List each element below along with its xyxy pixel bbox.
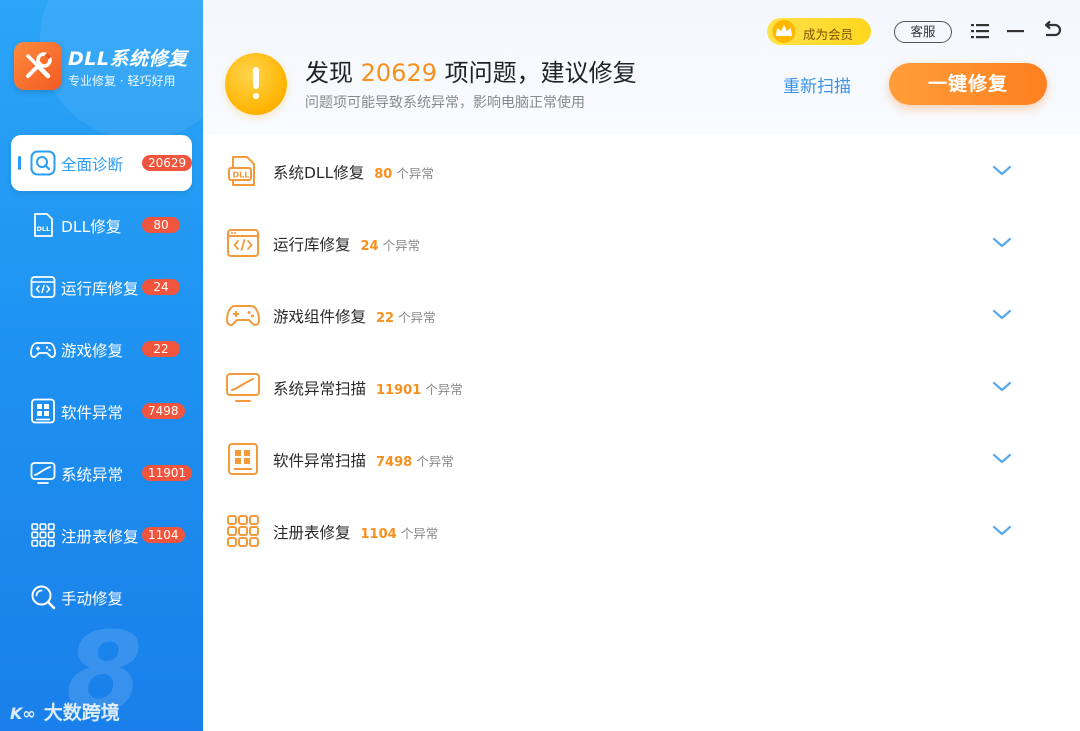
category-row-game[interactable]: 游戏组件修复 22 个异常	[203, 279, 1080, 351]
chevron-down-icon[interactable]	[991, 307, 1013, 323]
category-name: 游戏组件修复	[273, 308, 367, 326]
sidebar-item-label: 注册表修复	[61, 528, 139, 546]
category-count: 1104	[360, 527, 397, 542]
category-unit: 个异常	[400, 526, 439, 541]
chevron-down-icon[interactable]	[991, 451, 1013, 467]
category-name: 注册表修复	[273, 524, 351, 542]
category-name: 系统异常扫描	[273, 380, 367, 398]
gamepad-icon	[30, 342, 56, 358]
registry-grid-icon	[227, 515, 259, 547]
category-name: 软件异常扫描	[273, 452, 367, 470]
sidebar-item-label: 手动修复	[61, 590, 124, 608]
brand-mark-icon: K∞	[10, 704, 36, 723]
crown-icon	[772, 20, 796, 43]
app-logo: DLL系统修复 专业修复 · 轻巧好用	[14, 42, 194, 92]
app-grid-icon	[228, 443, 258, 475]
app-grid-icon	[31, 398, 55, 424]
one-click-fix-button[interactable]: 一键修复	[889, 63, 1047, 105]
chevron-down-icon[interactable]	[991, 523, 1013, 539]
category-row-software[interactable]: 软件异常扫描 7498 个异常	[203, 423, 1080, 495]
sidebar-item-dll[interactable]: DLL DLL修复 80	[11, 197, 192, 253]
issue-count: 20629	[360, 59, 437, 87]
svg-text:DLL: DLL	[233, 171, 250, 180]
category-count: 80	[374, 167, 393, 182]
sidebar-item-label: 软件异常	[61, 404, 124, 422]
category-row-dll[interactable]: DLL 系统DLL修复 80 个异常	[203, 135, 1080, 207]
sidebar-item-game[interactable]: 游戏修复 22	[11, 321, 192, 377]
category-row-registry[interactable]: 注册表修复 1104 个异常	[203, 495, 1080, 567]
wrench-screwdriver-icon	[14, 42, 62, 90]
category-label-line: 系统异常扫描 11901 个异常	[273, 377, 463, 399]
scan-result-title: 发现 20629 项问题，建议修复	[305, 53, 637, 88]
rescan-link[interactable]: 重新扫描	[783, 72, 851, 97]
sidebar-item-runtime[interactable]: 运行库修复 24	[11, 259, 192, 315]
gamepad-icon	[225, 305, 261, 326]
svg-text:DLL: DLL	[37, 225, 51, 233]
vip-label: 成为会员	[803, 27, 854, 42]
sidebar: DLL系统修复 专业修复 · 轻巧好用 全面诊断 20629 DLL DLL修复…	[0, 0, 203, 731]
category-row-runtime[interactable]: 运行库修复 24 个异常	[203, 207, 1080, 279]
minimize-icon[interactable]	[1005, 20, 1027, 42]
category-count: 22	[376, 311, 395, 326]
code-window-icon	[227, 229, 259, 257]
sidebar-item-label: 系统异常	[61, 466, 124, 484]
registry-grid-icon	[31, 523, 55, 547]
sidebar-item-badge: 1104	[142, 527, 185, 543]
chevron-down-icon[interactable]	[991, 379, 1013, 395]
active-indicator	[18, 156, 21, 170]
customer-service-button[interactable]: 客服	[894, 21, 952, 43]
watermark-brand-text: 大数跨境	[43, 702, 120, 724]
category-unit: 个异常	[425, 382, 463, 397]
category-unit: 个异常	[398, 310, 436, 325]
app-title: DLL系统修复	[68, 48, 188, 70]
back-close-icon[interactable]	[1041, 20, 1063, 42]
sidebar-item-badge: 11901	[142, 465, 193, 481]
watermark-brand: K∞ 大数跨境	[10, 698, 120, 725]
sidebar-item-software[interactable]: 软件异常 7498	[11, 383, 192, 439]
category-unit: 个异常	[382, 238, 421, 253]
category-count: 7498	[376, 455, 413, 470]
sidebar-item-badge: 7498	[142, 403, 185, 419]
category-row-system[interactable]: 系统异常扫描 11901 个异常	[203, 351, 1080, 423]
scan-result-prefix: 发现	[305, 59, 353, 87]
chevron-down-icon[interactable]	[991, 163, 1013, 179]
category-count: 24	[360, 239, 379, 254]
warning-icon	[225, 53, 287, 115]
sidebar-item-registry[interactable]: 注册表修复 1104	[11, 507, 192, 563]
monitor-chart-icon	[226, 373, 260, 402]
category-name: 系统DLL修复	[273, 164, 365, 182]
code-window-icon	[30, 276, 56, 298]
app-subtitle: 专业修复 · 轻巧好用	[68, 74, 176, 88]
category-unit: 个异常	[416, 454, 454, 469]
sidebar-item-badge: 24	[142, 279, 180, 295]
sidebar-item-label: 全面诊断	[61, 156, 124, 174]
category-label-line: 软件异常扫描 7498 个异常	[273, 449, 454, 471]
category-label-line: 游戏组件修复 22 个异常	[273, 305, 436, 327]
sidebar-item-system[interactable]: 系统异常 11901	[11, 445, 193, 501]
sidebar-item-badge: 80	[142, 217, 180, 233]
chevron-down-icon[interactable]	[991, 235, 1013, 251]
category-name: 运行库修复	[273, 236, 351, 254]
menu-list-icon[interactable]	[969, 20, 991, 42]
scan-result-description: 问题项可能导致系统异常，影响电脑正常使用	[305, 95, 585, 111]
category-unit: 个异常	[396, 166, 434, 181]
category-count: 11901	[376, 383, 422, 398]
vip-button[interactable]: 成为会员	[767, 18, 871, 45]
sidebar-item-full-diagnosis[interactable]: 全面诊断 20629	[11, 135, 193, 191]
scan-result-suffix: 项问题，建议修复	[444, 59, 637, 87]
category-label-line: 运行库修复 24 个异常	[273, 233, 420, 255]
dll-file-icon: DLL	[34, 213, 53, 237]
manual-search-icon	[31, 585, 56, 610]
category-label-line: 系统DLL修复 80 个异常	[273, 161, 434, 183]
search-icon	[30, 150, 56, 176]
dll-file-icon: DLL	[228, 156, 255, 186]
sidebar-item-label: DLL修复	[61, 218, 122, 236]
sidebar-item-badge: 20629	[142, 155, 193, 171]
monitor-chart-icon	[30, 462, 56, 484]
sidebar-item-badge: 22	[142, 341, 180, 357]
sidebar-item-label: 游戏修复	[61, 342, 124, 360]
sidebar-item-label: 运行库修复	[61, 280, 139, 298]
category-label-line: 注册表修复 1104 个异常	[273, 521, 438, 543]
